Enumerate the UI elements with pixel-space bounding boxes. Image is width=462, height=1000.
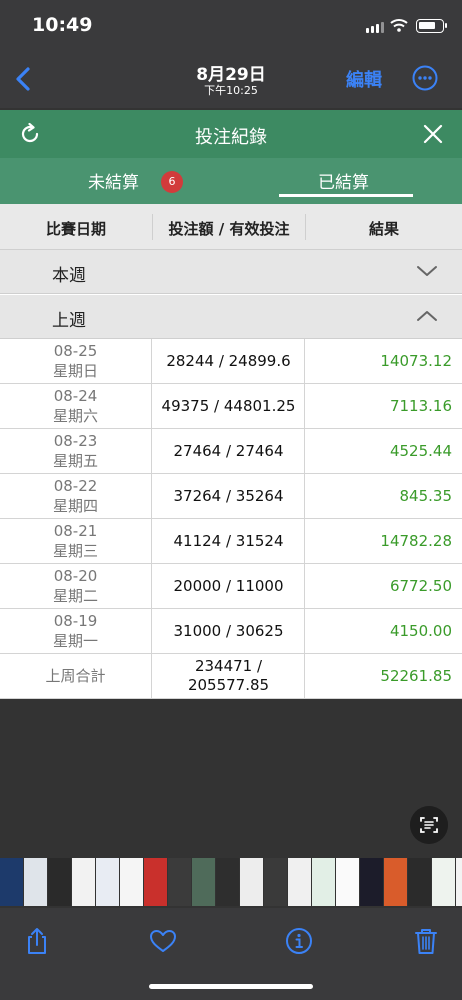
row-result: 7113.16 [389,397,452,415]
row-result: 6772.50 [389,577,452,595]
row-amount: 41124 / 31524 [153,519,305,563]
total-amount: 234471 /205577.85 [153,654,305,698]
row-amount: 31000 / 30625 [153,609,305,653]
battery-icon [416,19,447,33]
thumbnail-strip[interactable] [0,858,462,908]
row-date: 08-20 星期二 [0,564,152,608]
row-date: 08-22 星期四 [0,474,152,518]
column-header-amount: 投注額 / 有效投注 [168,220,290,238]
tab-settled[interactable]: 已結算 [318,168,369,193]
row-result: 845.35 [399,487,453,505]
status-bar: 10:49 [0,0,462,52]
close-icon[interactable] [421,122,445,146]
column-header-result: 結果 [368,220,399,238]
photo-nav-bar: 8月29日 下午10:25 編輯 [0,52,462,108]
more-icon[interactable] [412,65,438,91]
home-indicator [149,984,313,989]
total-row: 上周合計 234471 /205577.85 52261.85 [0,654,462,699]
row-amount: 28244 / 24899.6 [153,339,305,383]
table-row: 08-25 星期日 28244 / 24899.6 14073.12 [0,339,462,384]
table-row: 08-19 星期一 31000 / 30625 4150.00 [0,609,462,654]
group-label: 本週 [52,266,86,286]
info-icon[interactable] [284,926,314,956]
row-amount: 37264 / 35264 [153,474,305,518]
row-result: 14782.28 [380,532,452,550]
wifi-icon [390,19,408,32]
tab-bar: 未結算 6 已結算 [0,158,462,204]
active-tab-indicator [279,194,413,197]
records-table: 08-25 星期日 28244 / 24899.6 14073.12 08-24 星… [0,339,462,699]
row-result: 4525.44 [389,442,452,460]
heart-icon[interactable] [148,926,178,956]
tab-unsettled[interactable]: 未結算 [88,168,139,193]
status-time: 10:49 [32,14,93,36]
edit-button[interactable]: 編輯 [346,66,382,92]
live-text-icon[interactable] [410,806,448,844]
row-amount: 20000 / 11000 [153,564,305,608]
bet-records-page: 投注紀錄 未結算 6 已結算 比賽日期 投注額 / 有效投注 結果 本週 上週 … [0,110,462,699]
row-date: 08-21 星期三 [0,519,152,563]
chevron-up-icon [417,311,437,321]
group-last-week[interactable]: 上週 [0,295,462,339]
signal-icon [366,22,384,33]
table-row: 08-23 星期五 27464 / 27464 4525.44 [0,429,462,474]
row-amount: 27464 / 27464 [153,429,305,473]
photo-time: 下午10:25 [204,84,258,97]
table-row: 08-20 星期二 20000 / 11000 6772.50 [0,564,462,609]
row-amount: 49375 / 44801.25 [153,384,305,428]
table-row: 08-22 星期四 37264 / 35264 845.35 [0,474,462,519]
page-header: 投注紀錄 [0,110,462,158]
table-row: 08-21 星期三 41124 / 31524 14782.28 [0,519,462,564]
total-result: 52261.85 [380,667,452,685]
row-date: 08-23 星期五 [0,429,152,473]
group-this-week[interactable]: 本週 [0,250,462,294]
trash-icon[interactable] [411,926,441,956]
group-label: 上週 [52,311,86,331]
chevron-down-icon [417,266,437,276]
row-date: 08-25 星期日 [0,339,152,383]
page-title: 投注紀錄 [195,127,267,148]
row-date: 08-24 星期六 [0,384,152,428]
table-row: 08-24 星期六 49375 / 44801.25 7113.16 [0,384,462,429]
row-result: 14073.12 [380,352,452,370]
row-result: 4150.00 [389,622,452,640]
table-header: 比賽日期 投注額 / 有效投注 結果 [0,204,462,250]
unsettled-count-badge: 6 [161,171,183,193]
share-icon[interactable] [22,926,52,956]
column-header-date: 比賽日期 [45,220,106,238]
row-date: 08-19 星期一 [0,609,152,653]
total-label: 上周合計 [0,654,152,698]
